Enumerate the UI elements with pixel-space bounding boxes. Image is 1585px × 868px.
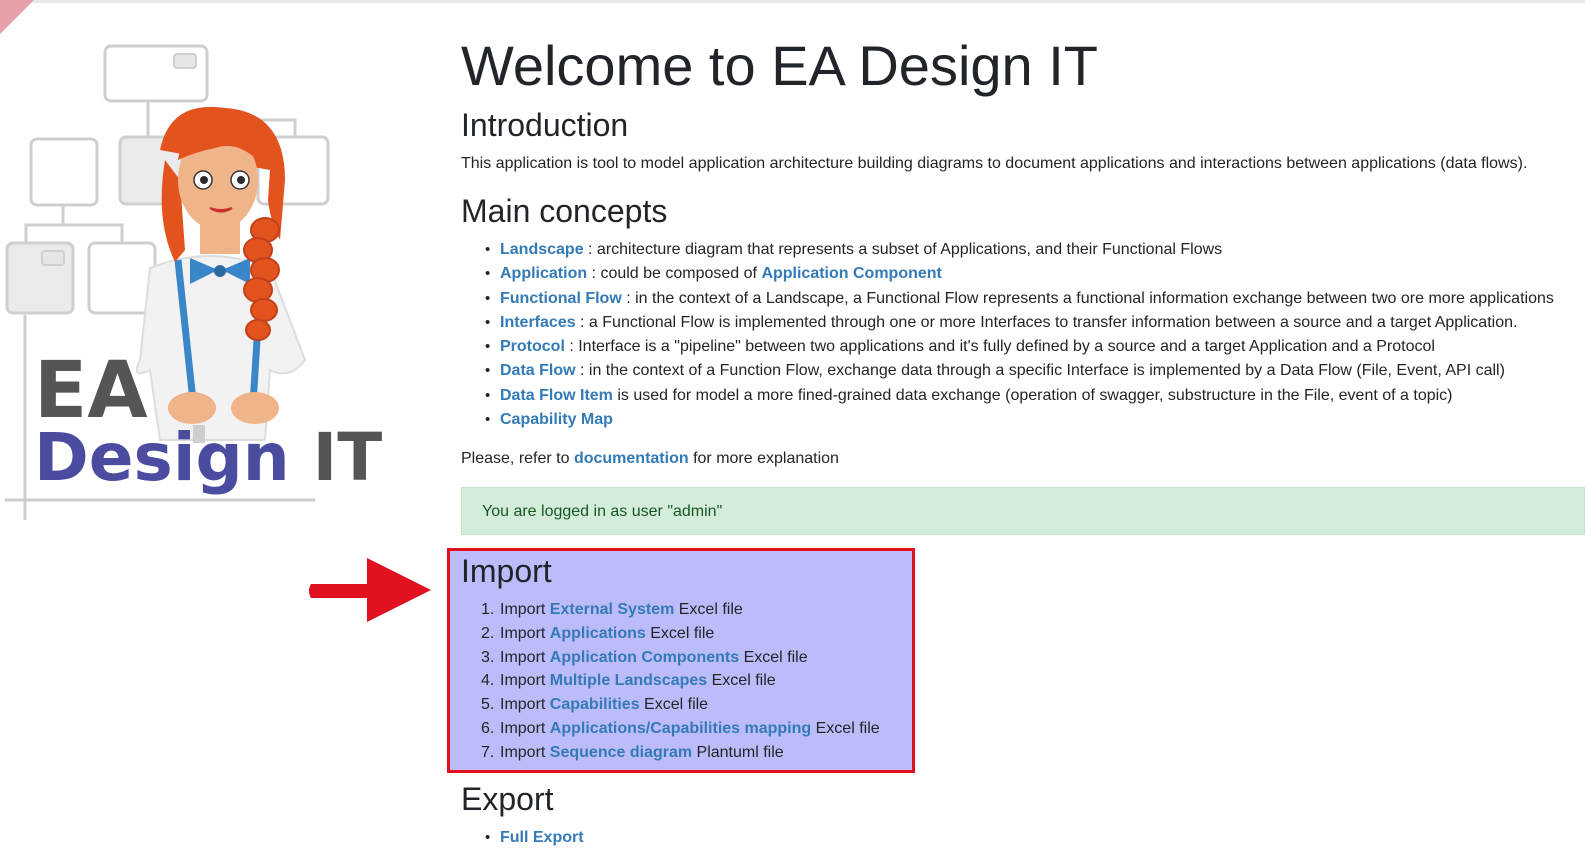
concept-desc: is used for model a more fined-grained d… [612,386,1453,404]
intro-text: This application is tool to model applic… [461,155,1528,172]
item-suffix: Plantuml file [692,743,784,761]
landscape-link[interactable]: Landscape [500,241,584,258]
list-item: 3. Import Application Components Excel fi… [481,646,880,670]
list-item: Protocol : Interface is a "pipeline" bet… [485,335,1554,359]
import-sequence-diagram-link[interactable]: Sequence diagram [550,744,692,761]
logo-it-word: IT [312,419,383,496]
list-item: 7. Import Sequence diagram Plantuml file [481,741,880,765]
interfaces-link[interactable]: Interfaces [500,314,576,331]
item-prefix: Import [500,624,550,642]
item-number: 3. [481,648,495,666]
item-suffix: Excel file [707,672,776,690]
list-item: Full Export [485,826,584,850]
logo-design-word: Design [34,419,313,496]
item-prefix: Import [500,696,550,714]
item-suffix: Excel file [811,719,880,737]
list-item: 2. Import Applications Excel file [481,622,880,646]
intro-heading: Introduction [461,107,629,143]
item-number: 7. [481,743,495,761]
concept-desc: : in the context of a Landscape, a Funct… [621,289,1554,307]
data-flow-link[interactable]: Data Flow [500,362,576,379]
concepts-heading: Main concepts [461,193,668,229]
item-suffix: Excel file [674,601,743,618]
item-prefix: Import [500,601,550,618]
page-title: Welcome to EA Design IT [461,34,1098,97]
red-arrow-icon [309,558,431,622]
export-list: Full Export [461,826,584,850]
import-app-capabilities-mapping-link[interactable]: Applications/Capabilities mapping [550,720,811,737]
item-suffix: Excel file [645,624,715,642]
item-number: 6. [481,719,495,737]
logo-design-text: Design IT [34,425,382,491]
list-item: Capability Map [485,408,1554,432]
protocol-link[interactable]: Protocol [500,338,565,355]
item-prefix: Import [500,743,550,761]
concept-desc: : could be composed of [587,265,762,283]
concept-desc: : Interface is a "pipeline" between two … [564,338,1435,356]
capability-map-link[interactable]: Capability Map [500,411,613,428]
list-item: Data Flow Item is used for model a more … [485,384,1554,408]
functional-flow-link[interactable]: Functional Flow [500,290,622,307]
concept-desc: : architecture diagram that represents a… [583,241,1223,258]
list-item: 1. Import External System Excel file [481,598,880,622]
top-border [0,0,1585,3]
import-application-components-link[interactable]: Application Components [550,649,739,666]
list-item: 5. Import Capabilities Excel file [481,693,880,717]
list-item: Landscape : architecture diagram that re… [485,238,1554,262]
documentation-link[interactable]: documentation [574,450,689,467]
item-number: 1. [481,601,495,618]
list-item: 6. Import Applications/Capabilities mappi… [481,717,880,741]
list-item: Functional Flow : in the context of a La… [485,287,1554,311]
item-number: 5. [481,696,495,714]
list-item: 4. Import Multiple Landscapes Excel file [481,669,880,693]
item-suffix: Excel file [739,648,808,666]
item-prefix: Import [500,719,550,737]
import-heading: Import [461,553,552,589]
export-heading: Export [461,781,554,817]
import-capabilities-link[interactable]: Capabilities [550,696,640,713]
import-list: 1. Import External System Excel file 2. Im… [481,598,880,765]
item-number: 2. [481,624,495,642]
import-external-system-link[interactable]: External System [550,601,675,618]
full-export-link[interactable]: Full Export [500,829,584,846]
corner-ribbon [0,0,34,34]
item-suffix: Excel file [639,696,709,714]
concept-desc: : in the context of a Function Flow, exc… [575,362,1505,380]
refer-suffix: for more explanation [688,450,839,467]
import-multiple-landscapes-link[interactable]: Multiple Landscapes [550,672,707,689]
application-component-link[interactable]: Application Component [761,265,941,282]
item-prefix: Import [500,648,550,666]
item-prefix: Import [500,672,550,690]
list-item: Data Flow : in the context of a Function… [485,359,1554,383]
concept-desc: : a Functional Flow is implemented throu… [575,313,1518,331]
list-item: Application : could be composed of Appli… [485,262,1554,286]
list-item: Interfaces : a Functional Flow is implem… [485,311,1554,335]
concepts-list: Landscape : architecture diagram that re… [461,238,1554,432]
refer-text: Please, refer to documentation for more … [461,449,839,469]
refer-prefix: Please, refer to [461,450,574,467]
login-alert: You are logged in as user "admin" [461,487,1585,535]
data-flow-item-link[interactable]: Data Flow Item [500,387,613,404]
item-number: 4. [481,672,495,690]
application-link[interactable]: Application [500,265,587,282]
import-applications-link[interactable]: Applications [550,625,646,642]
